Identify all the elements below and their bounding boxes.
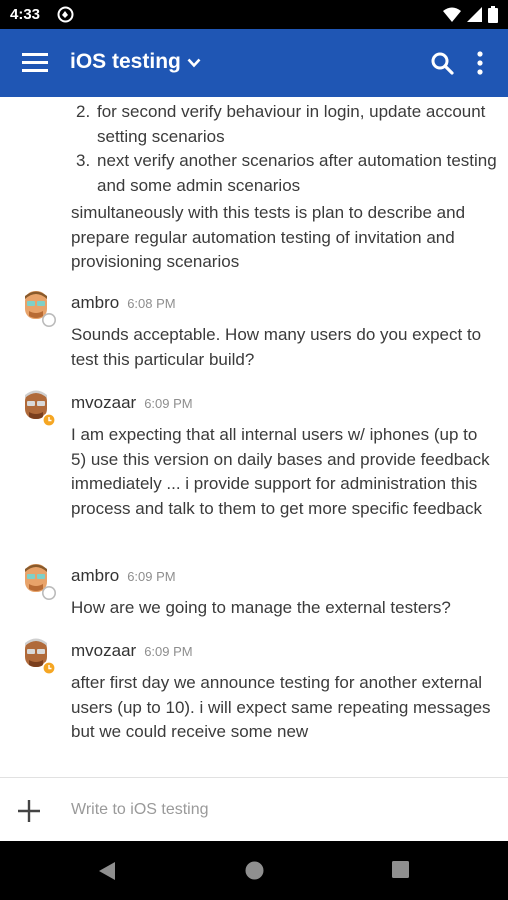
timestamp: 6:09 PM (144, 644, 193, 659)
username[interactable]: ambro (71, 566, 119, 586)
nav-back-icon[interactable] (98, 861, 116, 886)
search-icon[interactable] (430, 51, 454, 80)
nav-home-icon[interactable] (245, 861, 264, 885)
message-text: I am expecting that all internal users w… (71, 425, 490, 518)
username[interactable]: mvozaar (71, 641, 136, 661)
app-bar: iOS testing (0, 29, 508, 97)
cellular-signal-icon (467, 7, 482, 27)
message-text: after first day we announce testing for … (71, 673, 491, 741)
status-time: 4:33 (10, 6, 41, 23)
hamburger-menu-icon[interactable] (22, 51, 48, 78)
status-bar: 4:33 (0, 0, 508, 29)
username[interactable]: ambro (71, 293, 119, 313)
timestamp: 6:08 PM (127, 296, 176, 311)
chevron-down-icon (187, 50, 201, 74)
avatar[interactable] (18, 289, 56, 327)
system-nav-bar (0, 841, 508, 900)
list-item: 2. for second verify behaviour in login, … (76, 102, 486, 146)
channel-title: iOS testing (70, 50, 181, 73)
numbered-list: 2. for second verify behaviour in login, … (70, 100, 500, 198)
message-input[interactable]: Write to iOS testing (71, 801, 209, 819)
username[interactable]: mvozaar (71, 393, 136, 413)
timestamp: 6:09 PM (144, 396, 193, 411)
avatar[interactable] (18, 637, 56, 675)
message-text: How are we going to manage the external … (71, 598, 451, 617)
plus-icon[interactable] (17, 799, 41, 828)
list-item: 3. next verify another scenarios after au… (76, 151, 497, 195)
avatar[interactable] (18, 562, 56, 600)
message-list[interactable]: 2. for second verify behaviour in login, … (0, 97, 508, 777)
more-vertical-icon[interactable] (476, 51, 484, 80)
notification-app-icon (57, 6, 74, 28)
nav-recents-icon[interactable] (392, 861, 409, 883)
avatar[interactable] (18, 389, 56, 427)
wifi-icon (443, 7, 461, 28)
battery-icon (488, 6, 498, 28)
channel-title-dropdown[interactable]: iOS testing (70, 50, 201, 74)
post-input-bar: Write to iOS testing (0, 778, 508, 841)
timestamp: 6:09 PM (127, 569, 176, 584)
message-continuation: simultaneously with this tests is plan t… (71, 203, 466, 271)
message-text: Sounds acceptable. How many users do you… (71, 325, 482, 369)
